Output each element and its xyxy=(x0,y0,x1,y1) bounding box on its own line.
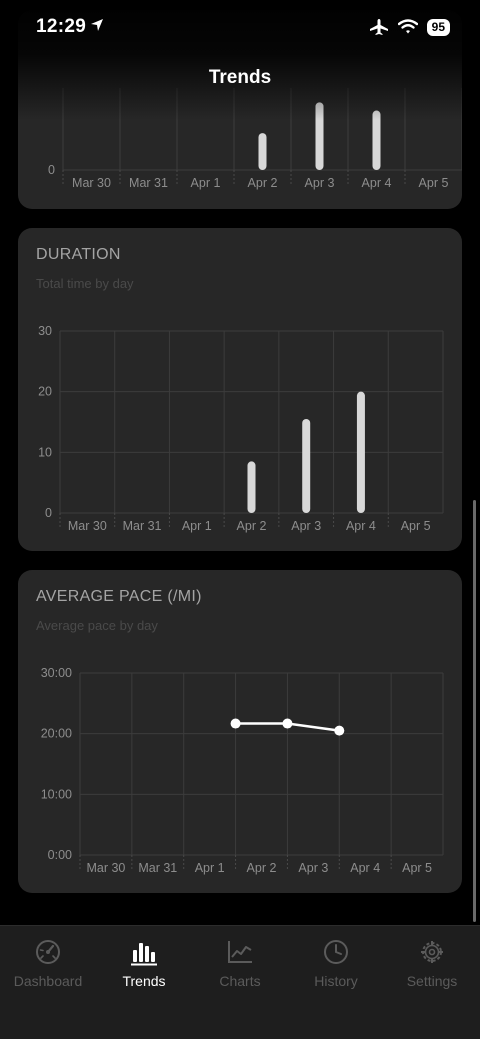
tab-trends[interactable]: Trends xyxy=(96,938,192,989)
x-tick-label: Mar 30 xyxy=(86,861,125,875)
x-tick-label: Apr 1 xyxy=(182,519,212,533)
x-tick-label: Mar 31 xyxy=(129,176,168,190)
data-bar xyxy=(315,102,324,170)
x-tick-label: Mar 31 xyxy=(123,519,162,533)
duration-card: 0 10 20 30 Mar 30 Mar 31 Apr 1 Apr 2 Apr 3 Apr 4 A… xyxy=(18,228,462,551)
tab-label: Charts xyxy=(219,973,261,989)
data-bar xyxy=(372,110,381,170)
scrollbar[interactable] xyxy=(473,500,476,922)
location-arrow-icon xyxy=(91,19,103,31)
pace-subtitle: Average pace by day xyxy=(36,618,158,633)
x-tick-label: Apr 3 xyxy=(305,176,335,190)
y-tick-label: 0 xyxy=(48,163,55,177)
tab-dashboard[interactable]: Dashboard xyxy=(0,938,96,989)
line-chart-icon xyxy=(228,941,252,963)
tab-charts[interactable]: Charts xyxy=(192,938,288,989)
x-tick-label: Apr 1 xyxy=(191,176,221,190)
x-tick-label: Mar 30 xyxy=(72,176,111,190)
x-tick-label: Apr 4 xyxy=(350,861,380,875)
y-tick-label: 10 xyxy=(38,445,52,459)
wifi-icon xyxy=(397,19,418,34)
data-bar xyxy=(258,133,267,170)
tab-settings[interactable]: Settings xyxy=(384,938,480,989)
x-tick-label: Apr 3 xyxy=(291,519,321,533)
tab-label: Dashboard xyxy=(13,973,83,989)
battery-indicator: 95 xyxy=(426,18,450,36)
x-tick-label: Mar 30 xyxy=(68,519,107,533)
data-bar xyxy=(302,418,311,513)
duration-subtitle: Total time by day xyxy=(36,276,134,291)
status-icons: 95 xyxy=(369,16,450,38)
tab-history[interactable]: History xyxy=(288,938,384,989)
pace-card: 0:00 10:00 20:00 30:00 Mar 30 Mar 31 Apr 1 Apr … xyxy=(18,570,462,893)
data-point xyxy=(230,718,241,729)
tab-label: Trends xyxy=(122,973,166,989)
x-tick-label: Apr 4 xyxy=(362,176,392,190)
x-tick-label: Apr 2 xyxy=(237,519,267,533)
tab-label: History xyxy=(314,973,358,989)
data-bar xyxy=(247,461,256,513)
bar-chart-icon xyxy=(131,943,157,966)
data-point xyxy=(282,718,293,729)
x-tick-label: Apr 5 xyxy=(402,861,432,875)
x-tick-label: Mar 31 xyxy=(138,861,177,875)
gear-icon xyxy=(421,941,443,963)
x-tick-label: Apr 2 xyxy=(248,176,278,190)
status-bar: 12:29 95 xyxy=(0,0,480,54)
x-tick-label: Apr 5 xyxy=(401,519,431,533)
tab-bar: Dashboard Trends Charts History Settings xyxy=(0,925,480,1039)
y-tick-label: 20 xyxy=(38,385,52,399)
x-tick-label: Apr 1 xyxy=(195,861,225,875)
x-tick-label: Apr 4 xyxy=(346,519,376,533)
y-tick-label: 30 xyxy=(38,324,52,338)
y-tick-label: 0:00 xyxy=(48,848,72,862)
tab-label: Settings xyxy=(406,973,458,989)
clock-icon xyxy=(324,940,348,964)
y-tick-label: 0 xyxy=(45,506,52,520)
duration-title: DURATION xyxy=(36,246,121,263)
y-tick-label: 10:00 xyxy=(41,787,72,801)
gauge-icon xyxy=(36,940,60,964)
x-tick-label: Apr 3 xyxy=(298,861,328,875)
x-tick-label: Apr 2 xyxy=(247,861,277,875)
y-tick-label: 30:00 xyxy=(41,666,72,680)
status-time: 12:29 xyxy=(36,16,87,37)
pace-title: AVERAGE PACE (/MI) xyxy=(36,588,202,605)
data-bar xyxy=(356,391,365,513)
page-title: Trends xyxy=(208,67,272,88)
x-tick-label: Apr 5 xyxy=(419,176,449,190)
airplane-icon xyxy=(369,19,388,35)
y-tick-label: 20:00 xyxy=(41,727,72,741)
data-point xyxy=(334,725,345,736)
